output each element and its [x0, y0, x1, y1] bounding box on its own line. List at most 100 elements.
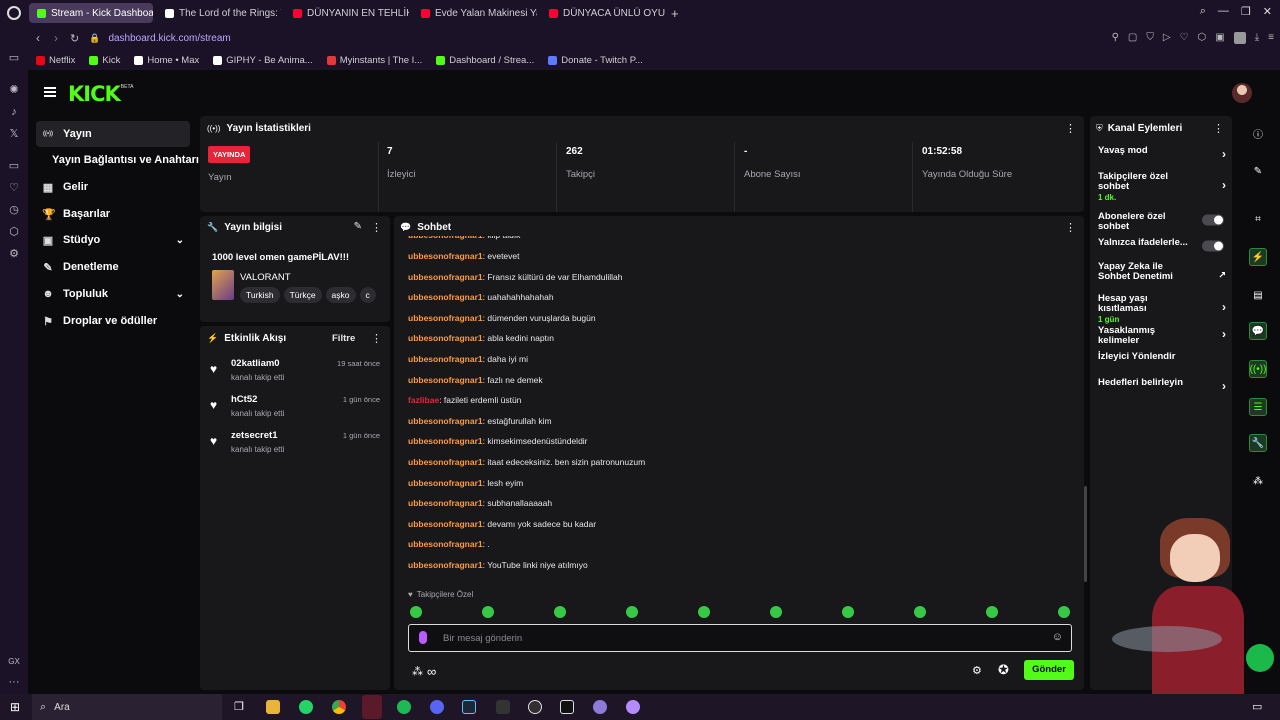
opera-gx-icon[interactable] [362, 695, 382, 719]
url-field[interactable]: dashboard.kick.com/stream [108, 33, 230, 44]
emote-icon[interactable] [482, 606, 494, 618]
extensions-icon[interactable]: ⬡ [8, 226, 20, 238]
pin-icon[interactable]: ⚲ [1112, 32, 1119, 44]
chat-username[interactable]: ubbesonofragnar1 [408, 478, 483, 488]
category-thumbnail[interactable] [212, 270, 234, 300]
channel-action-item[interactable]: Hedefleri belirleyin › [1098, 378, 1230, 394]
feed-user[interactable]: hCt52 [231, 394, 257, 405]
browser-tab[interactable]: DÜNYANIN EN TEHLİKELİ [285, 3, 409, 23]
channel-action-item[interactable]: Hesap yaşı kısıtlaması 1 gün › [1098, 294, 1230, 325]
emote-icon[interactable] [626, 606, 638, 618]
channel-action-item[interactable]: Yavaş mod › [1098, 146, 1230, 162]
channel-action-item[interactable]: Yalnızca ifadelerle... [1098, 238, 1230, 254]
spotify-icon[interactable] [397, 700, 411, 714]
info-icon[interactable]: ⓘ [1249, 124, 1267, 142]
emote-icon[interactable] [986, 606, 998, 618]
layout-icon[interactable]: ☰ [1249, 398, 1267, 416]
feed-item[interactable]: ♥ 02katliam0 kanalı takip etti 19 saat önce [210, 356, 382, 390]
channel-action-item[interactable]: Yasaklanmış kelimeler › [1098, 326, 1230, 346]
chat-username[interactable]: ubbesonofragnar1 [408, 457, 483, 467]
chevron-right-icon[interactable]: › [1222, 379, 1226, 393]
bookmark-item[interactable]: Myinstants | The I... [326, 55, 422, 66]
nav-item[interactable]: ((•)) Yayın [36, 121, 190, 147]
chat-username[interactable]: ubbesonofragnar1 [408, 539, 483, 549]
edit-icon[interactable]: ✎ [354, 221, 362, 232]
chat-username[interactable]: ubbesonofragnar1 [408, 354, 483, 364]
category-name[interactable]: VALORANT [240, 272, 291, 283]
windows-start-icon[interactable]: ⊞ [10, 700, 20, 714]
chat-username[interactable]: fazlibae [408, 395, 439, 405]
chat-username[interactable]: ubbesonofragnar1 [408, 498, 483, 508]
extensions-icon[interactable]: ▣ [1215, 32, 1224, 44]
chat-username[interactable]: ubbesonofragnar1 [408, 519, 483, 529]
broadcast-icon[interactable]: ((•)) [1249, 360, 1267, 378]
chat-username[interactable]: ubbesonofragnar1 [408, 251, 483, 261]
feed-item[interactable]: ♥ hCt52 kanalı takip etti 1 gün önce [210, 392, 382, 426]
forward-icon[interactable]: › [54, 31, 58, 45]
chevron-right-icon[interactable]: › [1222, 300, 1226, 314]
toggle-switch[interactable] [1202, 214, 1224, 226]
play-icon[interactable]: ▷ [1163, 32, 1171, 44]
app-icon[interactable] [626, 700, 640, 714]
nav-item[interactable]: Yayın Bağlantısı ve Anahtarı [36, 147, 200, 173]
more-options-icon[interactable]: ⋮ [1065, 221, 1076, 234]
browser-tab[interactable]: Evde Yalan Makinesi Yaptı [413, 3, 537, 23]
filter-button[interactable]: Filtre [332, 333, 355, 344]
document-icon[interactable]: ▤ [1249, 286, 1267, 304]
heart-icon[interactable]: ♡ [8, 182, 20, 194]
channel-action-item[interactable]: Takipçilere özel sohbet 1 dk. › [1098, 172, 1230, 203]
chat-input[interactable]: Bir mesaj gönderin ☺ [408, 624, 1072, 652]
bookmark-item[interactable]: Dashboard / Strea... [436, 55, 534, 66]
emote-icon[interactable] [1058, 606, 1070, 618]
notifications-icon[interactable]: ▭ [1252, 700, 1262, 713]
app-icon[interactable] [593, 700, 607, 714]
chat-username[interactable]: ubbesonofragnar1 [408, 436, 483, 446]
history-icon[interactable]: ◷ [8, 204, 20, 216]
discord-icon[interactable] [430, 700, 444, 714]
emote-icon[interactable] [698, 606, 710, 618]
chatgpt-icon[interactable]: ✺ [8, 84, 20, 96]
chat-username[interactable]: ubbesonofragnar1 [408, 416, 483, 426]
chat-settings-icon[interactable]: ⚙ [972, 664, 982, 677]
gx-icon[interactable]: GX [8, 656, 20, 668]
tiktok-icon[interactable]: ♪ [8, 106, 20, 118]
bookmark-item[interactable]: Home • Max [134, 55, 199, 66]
emote-icon[interactable] [554, 606, 566, 618]
channel-action-item[interactable]: Abonelere özel sohbet [1098, 212, 1230, 232]
chat-username[interactable]: ubbesonofragnar1 [408, 333, 483, 343]
menu-icon[interactable]: ≡ [1268, 32, 1274, 44]
bookmark-item[interactable]: Netflix [36, 55, 75, 66]
x-icon[interactable]: 𝕏 [8, 128, 20, 140]
wrench-icon[interactable]: 🔧 [1249, 434, 1267, 452]
mod-tools-icon[interactable]: ✪ [998, 662, 1009, 678]
reload-icon[interactable]: ↻ [70, 32, 79, 45]
external-link-icon[interactable]: ↗ [1218, 270, 1226, 281]
hamburger-icon[interactable] [44, 87, 56, 97]
task-view-icon[interactable]: ❐ [234, 700, 244, 713]
feed-user[interactable]: 02katliam0 [231, 358, 280, 369]
heart-icon[interactable]: ♡ [1180, 32, 1189, 44]
nav-item[interactable]: ⚑ Droplar ve ödüller [36, 308, 190, 334]
microphone-icon[interactable] [419, 631, 427, 644]
bolt-icon[interactable]: ⚡ [1249, 248, 1267, 266]
chat-username[interactable]: ubbesonofragnar1 [408, 560, 483, 570]
chat-scrollbar[interactable] [1084, 486, 1087, 582]
chevron-down-icon[interactable]: ⌄ [176, 235, 184, 246]
chat-username[interactable]: ubbesonofragnar1 [408, 375, 483, 385]
chevron-right-icon[interactable]: › [1222, 147, 1226, 161]
chat-username[interactable]: ubbesonofragnar1 [408, 313, 483, 323]
kick-logo[interactable]: KICK BETA [68, 82, 133, 106]
send-button[interactable]: Gönder [1024, 660, 1074, 680]
taskbar-search[interactable]: ⌕ Ara [32, 694, 222, 720]
user-avatar[interactable] [1232, 83, 1252, 103]
bookmark-item[interactable]: GIPHY - Be Anima... [213, 55, 313, 66]
feed-item[interactable]: ♥ zetsecret1 kanalı takip etti 1 gün önce [210, 428, 382, 462]
chat-username[interactable]: ubbesonofragnar1 [408, 292, 483, 302]
kick-points-icon[interactable]: ⁂ [412, 665, 423, 678]
emoji-icon[interactable]: ☺ [1052, 631, 1063, 643]
chat-username[interactable]: ubbesonofragnar1 [408, 272, 483, 282]
chevron-right-icon[interactable]: › [1222, 178, 1226, 192]
chevron-right-icon[interactable]: › [1222, 327, 1226, 341]
close-window-icon[interactable]: ✕ [1263, 5, 1272, 18]
bookmark-item[interactable]: Kick [89, 55, 120, 66]
